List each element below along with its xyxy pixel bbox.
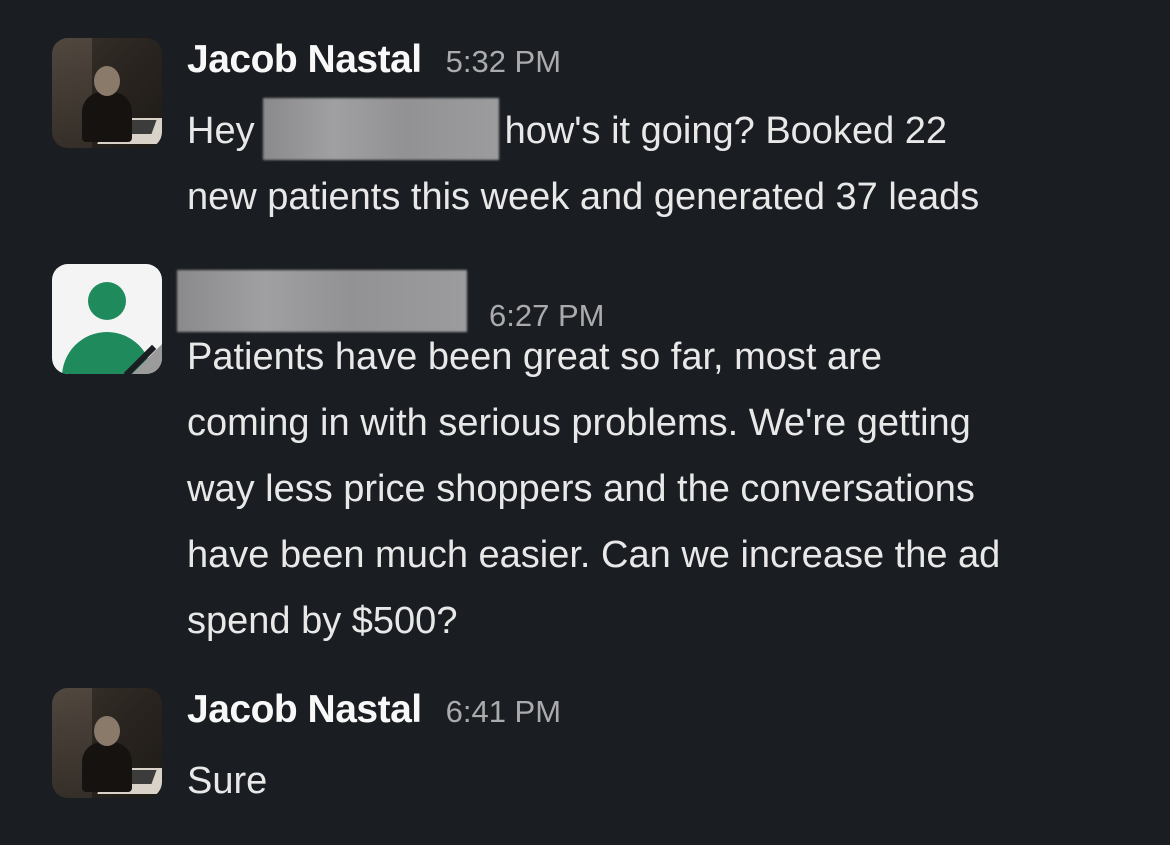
message-header: Jacob Nastal 6:41 PM [187,688,1150,738]
message-text-start: Hey [187,110,255,152]
avatar-photo-head [94,716,120,746]
generic-avatar-head [88,282,126,320]
message-3: Jacob Nastal 6:41 PM Sure [52,688,1150,818]
message-header: Jacob Nastal 5:32 PM [187,38,1150,88]
redacted-name [262,97,499,160]
message-content: 6:27 PM Patients have been great so far,… [177,264,1150,654]
message-text-line: Patients have been great so far, most ar… [187,336,882,378]
message-content: Jacob Nastal 5:32 PM Hey how's it going? … [187,38,1150,230]
avatar-photo-head [94,66,120,96]
message-text-line: coming in with serious problems. We're g… [187,402,971,444]
message-text-line2: new patients this week and generated 37 … [187,176,980,218]
timestamp[interactable]: 5:32 PM [446,44,561,80]
message-text: Patients have been great so far, most ar… [187,324,1150,654]
message-header: 6:27 PM [177,264,1150,333]
avatar-photo-person [82,742,132,792]
message-text: Sure [187,760,268,802]
user-avatar[interactable] [52,38,162,148]
avatar-photo-person [82,92,132,142]
message-text-line: spend by $500? [187,600,458,642]
user-avatar-generic[interactable] [52,264,162,374]
message-content: Jacob Nastal 6:41 PM Sure [187,688,1150,814]
message-2: 6:27 PM Patients have been great so far,… [52,264,1150,654]
timestamp[interactable]: 6:41 PM [446,694,561,730]
message-text: Hey how's it going? Booked 22 new patient… [187,97,1150,230]
message-1: Jacob Nastal 5:32 PM Hey how's it going? … [52,38,1150,238]
message-text-line: way less price shoppers and the conversa… [187,468,975,510]
author-name[interactable]: Jacob Nastal [187,688,422,732]
redacted-author-name [177,270,467,332]
user-avatar[interactable] [52,688,162,798]
message-text-rest: how's it going? Booked 22 [504,110,948,152]
author-name[interactable]: Jacob Nastal [187,38,422,82]
message-text-line: have been much easier. Can we increase t… [187,534,1001,576]
